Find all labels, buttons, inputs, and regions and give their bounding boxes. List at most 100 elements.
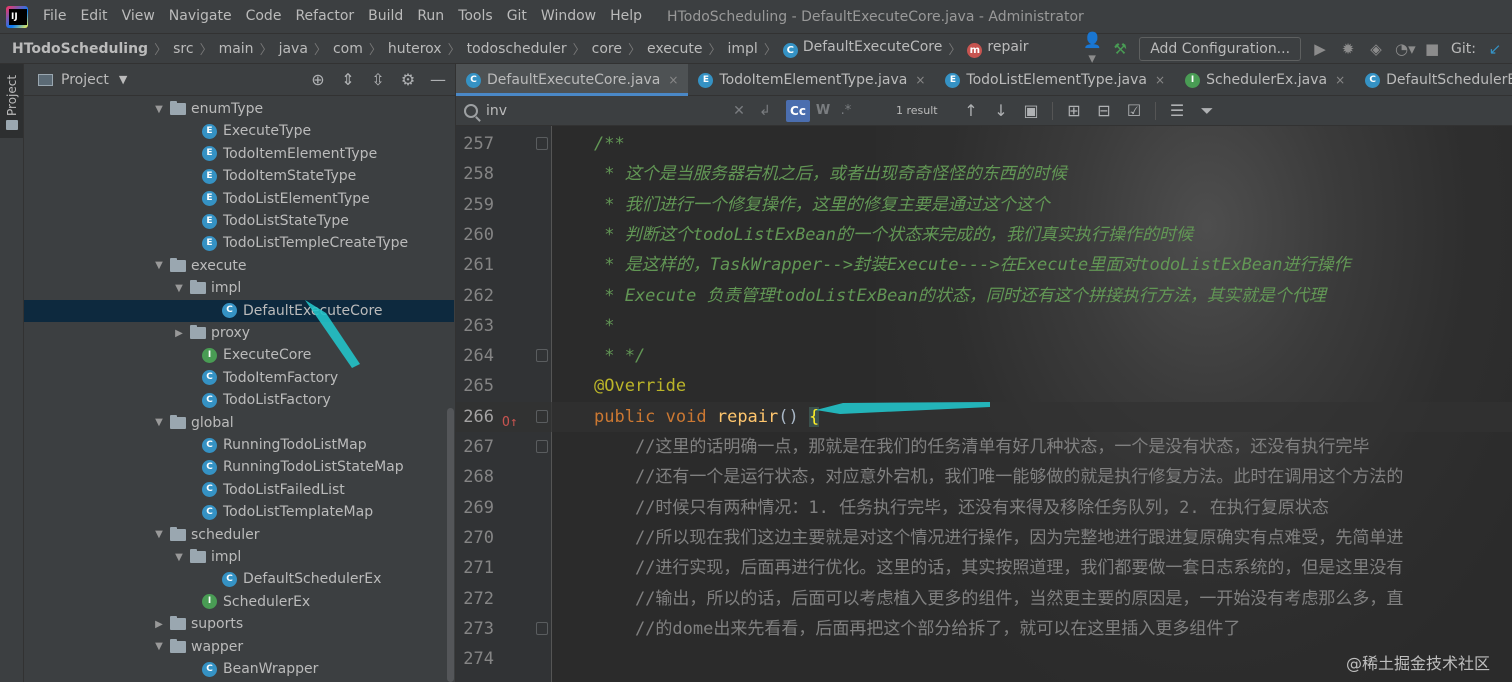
expand-all-icon[interactable]: ⇕ (339, 70, 357, 89)
add-occurrence-icon[interactable]: ⊞ (1059, 101, 1089, 120)
menu-item-view[interactable]: View (115, 0, 162, 33)
tree-file[interactable]: E TodoListElementType (24, 188, 454, 210)
editor-tab[interactable]: E TodoListElementType.java × (935, 64, 1175, 96)
tree-folder[interactable]: ▼ impl (24, 277, 454, 299)
words-toggle[interactable]: W (810, 103, 836, 118)
fold-marker-icon[interactable] (536, 409, 548, 423)
breadcrumb-item[interactable]: huterox (388, 41, 442, 57)
breadcrumb-method[interactable]: m repair (967, 39, 1029, 58)
chevron-down-icon[interactable]: ▼ (152, 104, 166, 115)
chevron-down-icon[interactable]: ▼ (152, 529, 166, 540)
tree-folder[interactable]: ▼ impl (24, 546, 454, 568)
coverage-icon[interactable]: ◈ (1367, 40, 1385, 58)
filter-settings-icon[interactable]: ☰ (1162, 101, 1192, 120)
editor-tab[interactable]: E TodoItemElementType.java × (688, 64, 935, 96)
project-view-selector[interactable]: Project (61, 72, 109, 88)
close-icon[interactable]: × (1335, 73, 1345, 87)
editor-tab[interactable]: I SchedulerEx.java × (1175, 64, 1355, 96)
hide-panel-icon[interactable]: — (429, 70, 447, 89)
select-all-occurrences-icon[interactable]: ☑ (1119, 101, 1149, 120)
gear-icon[interactable]: ⚙ (399, 70, 417, 89)
editor-tab[interactable]: CDefaultSchedulerEx.java× (1355, 64, 1512, 96)
breadcrumb-item[interactable]: core (592, 41, 622, 57)
tree-file[interactable]: E TodoItemStateType (24, 165, 454, 187)
remove-occurrence-icon[interactable]: ⊟ (1089, 101, 1119, 120)
tree-folder[interactable]: ▼ global (24, 412, 454, 434)
menu-item-window[interactable]: Window (534, 0, 603, 33)
tree-file[interactable]: I ExecuteCore (24, 344, 454, 366)
chevron-right-icon[interactable]: ▶ (152, 619, 166, 630)
chevron-down-icon[interactable]: ▼ (172, 283, 186, 294)
chevron-down-icon[interactable]: ▼ (119, 73, 127, 86)
fold-marker-icon[interactable] (536, 137, 548, 150)
code-area[interactable]: 257/** 258 * 这个是当服务器宕机之后，或者出现奇奇怪怪的东西的时候 25… (456, 126, 1512, 682)
tree-file[interactable]: C TodoListTemplateMap (24, 501, 454, 523)
run-icon[interactable]: ▶ (1311, 40, 1329, 58)
regex-toggle[interactable]: .* (836, 103, 856, 118)
tree-folder[interactable]: ▼ wapper (24, 636, 454, 658)
tree-file[interactable]: E ExecuteType (24, 120, 454, 142)
tree-file[interactable]: C DefaultSchedulerEx (24, 568, 454, 590)
chevron-right-icon[interactable]: ▶ (172, 328, 186, 339)
profile-icon[interactable]: ◔▾ (1395, 40, 1416, 58)
close-icon[interactable]: × (1155, 73, 1165, 87)
user-icon[interactable]: 👤▾ (1083, 31, 1102, 67)
tree-folder[interactable]: ▼ scheduler (24, 524, 454, 546)
match-case-toggle[interactable]: Cc (786, 99, 810, 122)
breadcrumb-item[interactable]: HTodoScheduling (12, 41, 148, 57)
open-in-window-icon[interactable]: ▣ (1016, 101, 1046, 120)
menu-item-help[interactable]: Help (603, 0, 649, 33)
tree-folder[interactable]: ▼ enumType (24, 98, 454, 120)
menu-item-build[interactable]: Build (361, 0, 410, 33)
next-occurrence-icon[interactable]: ↓ (986, 101, 1016, 120)
breadcrumb-item[interactable]: src (173, 41, 193, 57)
project-tool-window-tab[interactable]: Project (0, 64, 23, 138)
tree-file[interactable]: C RunningTodoListStateMap (24, 456, 454, 478)
tree-file[interactable]: C DefaultExecuteCore (24, 299, 454, 322)
chevron-down-icon[interactable]: ▼ (172, 552, 186, 563)
build-hammer-icon[interactable]: ⚒ (1111, 40, 1129, 58)
tree-file[interactable]: C TodoItemFactory (24, 367, 454, 389)
breadcrumb-item[interactable]: todoscheduler (467, 41, 567, 57)
close-icon[interactable]: × (668, 73, 678, 87)
menu-item-file[interactable]: File (36, 0, 73, 33)
tree-file[interactable]: C RunningTodoListMap (24, 434, 454, 456)
breadcrumb-item[interactable]: main (219, 41, 254, 57)
close-icon[interactable]: × (915, 73, 925, 87)
filter-icon[interactable]: ⏷ (1192, 101, 1222, 121)
tree-file[interactable]: C BeanWrapper (24, 658, 454, 680)
debug-icon[interactable]: ✹ (1339, 40, 1357, 58)
menu-item-refactor[interactable]: Refactor (288, 0, 361, 33)
menu-item-edit[interactable]: Edit (73, 0, 114, 33)
tree-file[interactable]: C TodoListFailedList (24, 479, 454, 501)
tree-folder[interactable]: ▶ suports (24, 613, 454, 635)
menu-item-git[interactable]: Git (500, 0, 534, 33)
add-configuration-button[interactable]: Add Configuration... (1139, 36, 1302, 61)
chevron-down-icon[interactable]: ▼ (152, 417, 166, 428)
new-line-icon[interactable]: ↲ (752, 103, 778, 119)
previous-occurrence-icon[interactable]: ↑ (956, 101, 986, 120)
menu-item-code[interactable]: Code (239, 0, 289, 33)
breadcrumb-item[interactable]: com (333, 41, 363, 57)
breadcrumb-class[interactable]: C DefaultExecuteCore (782, 39, 942, 58)
tree-file[interactable]: C TodoListFactory (24, 389, 454, 411)
tree-folder[interactable]: ▶ proxy (24, 322, 454, 344)
tree-file[interactable]: E TodoItemElementType (24, 143, 454, 165)
search-input[interactable] (486, 102, 726, 119)
breadcrumb-item[interactable]: execute (647, 41, 703, 57)
fold-marker-icon[interactable] (536, 349, 548, 363)
fold-marker-icon[interactable] (536, 621, 548, 635)
menu-item-run[interactable]: Run (410, 0, 451, 33)
locate-file-icon[interactable]: ⊕ (309, 70, 327, 89)
chevron-down-icon[interactable]: ▼ (152, 260, 166, 271)
tree-file[interactable]: E TodoListTempleCreateType (24, 232, 454, 254)
editor-tab[interactable]: C DefaultExecuteCore.java × (456, 64, 689, 96)
collapse-all-icon[interactable]: ⇳ (369, 70, 387, 89)
breadcrumb-item[interactable]: impl (728, 41, 758, 57)
tree-file[interactable]: E TodoListStateType (24, 210, 454, 232)
chevron-down-icon[interactable]: ▼ (152, 641, 166, 652)
menu-item-navigate[interactable]: Navigate (162, 0, 239, 33)
clear-search-icon[interactable]: ✕ (726, 103, 752, 119)
breadcrumb-item[interactable]: java (279, 41, 308, 57)
tree-folder[interactable]: ▼ execute (24, 255, 454, 277)
